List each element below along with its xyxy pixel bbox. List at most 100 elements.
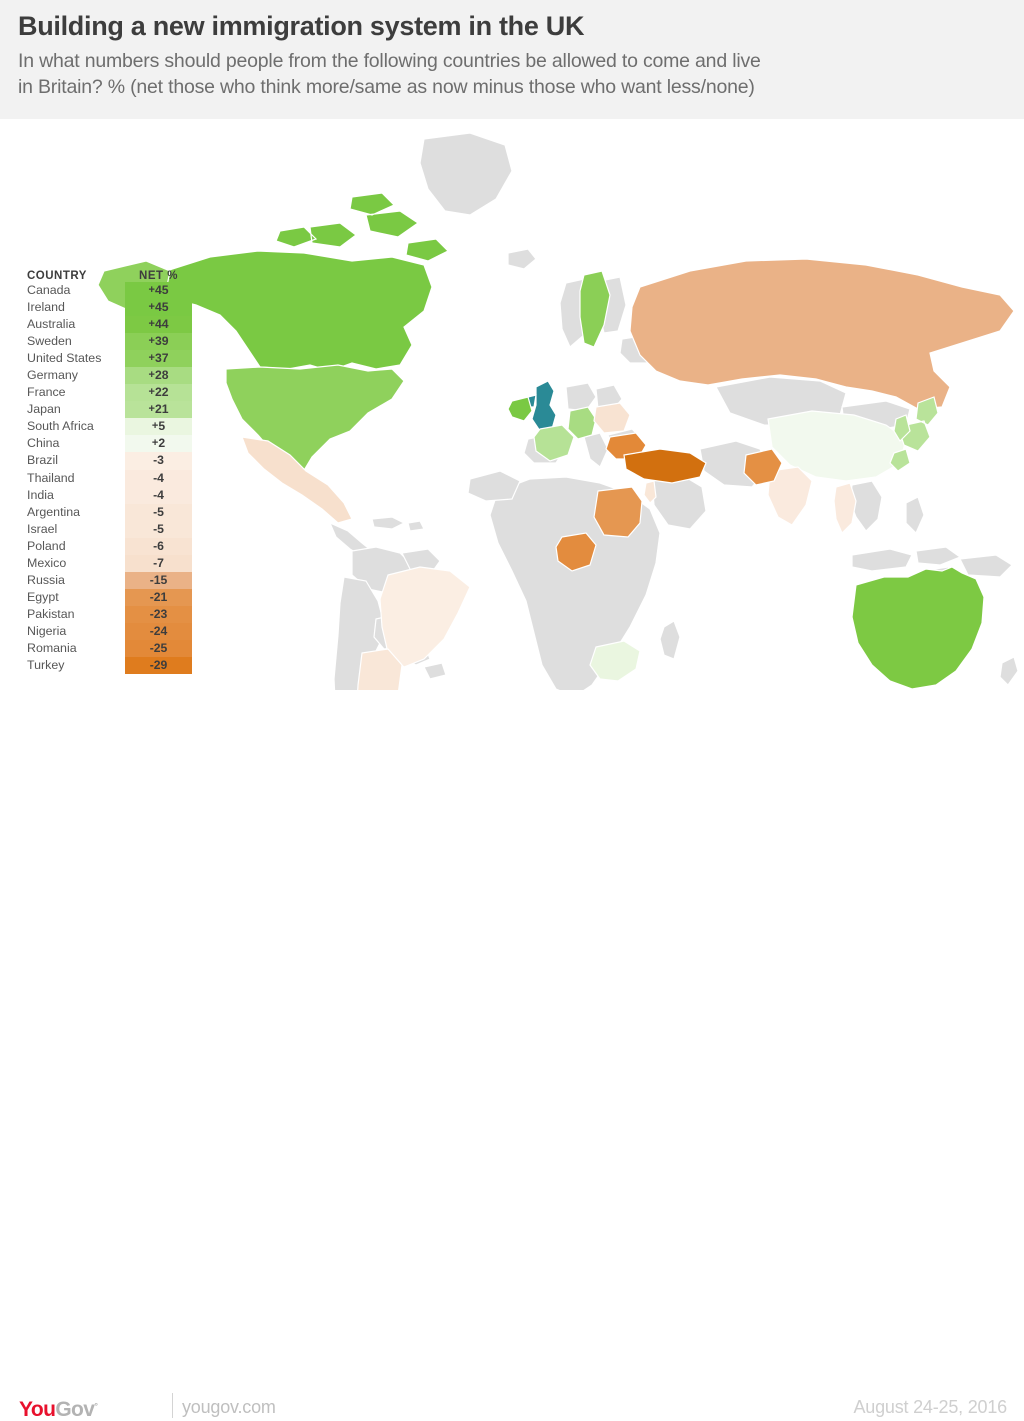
row-net-value: +45 (125, 299, 192, 317)
row-country-label: France (27, 385, 66, 400)
row-net-value: -29 (125, 657, 192, 675)
map-country-united-states (225, 364, 405, 478)
table-row: Nigeria -24 (18, 622, 198, 640)
table-row: South Africa +5 (18, 418, 198, 436)
logo-you-text: You (19, 1398, 56, 1421)
row-net-value: -4 (125, 469, 192, 487)
table-row: Egypt -21 (18, 588, 198, 606)
row-country-label: Canada (27, 283, 71, 298)
row-net-value: +45 (125, 282, 192, 300)
row-country-label: Australia (27, 317, 76, 332)
row-country-label: Poland (27, 538, 66, 553)
row-country-label: Thailand (27, 470, 75, 485)
footer-divider (172, 1393, 173, 1418)
table-row: Brazil -3 (18, 452, 198, 470)
table-row: Japan +21 (18, 401, 198, 419)
subtitle-line-2: in Britain? % (net those who think more/… (18, 75, 755, 98)
subtitle-line-1: In what numbers should people from the f… (18, 50, 761, 72)
table-row: United States +37 (18, 350, 198, 368)
row-country-label: Brazil (27, 453, 58, 468)
table-row: Germany +28 (18, 367, 198, 385)
table-row: Pakistan -23 (18, 605, 198, 623)
column-header-net: NET % (139, 270, 178, 282)
footer-date: August 24-25, 2016 (853, 1397, 1007, 1417)
row-net-value: +22 (125, 384, 192, 402)
table-row: Mexico -7 (18, 554, 198, 572)
table-row: Turkey -29 (18, 657, 198, 675)
row-net-value: -25 (125, 639, 192, 658)
row-country-label: Sweden (27, 334, 72, 349)
map-country-canada (157, 192, 450, 372)
row-net-value: -3 (125, 452, 192, 470)
row-net-value: +28 (125, 367, 192, 385)
row-country-label: United States (27, 351, 102, 366)
infographic-root: Building a new immigration system in the… (0, 0, 1024, 1420)
row-net-value: -4 (125, 486, 192, 504)
table-row: Canada +45 (18, 282, 198, 300)
table-header-row: COUNTRY NET % (18, 262, 198, 282)
map-country-germany (567, 406, 597, 440)
row-net-value: +21 (125, 401, 192, 419)
map-country-thailand (833, 482, 857, 535)
row-country-label: South Africa (27, 419, 94, 434)
row-country-label: India (27, 487, 54, 502)
table-row: Poland -6 (18, 537, 198, 555)
row-country-label: Israel (27, 521, 58, 536)
map-country-australia (851, 566, 985, 690)
row-net-value: +39 (125, 333, 192, 351)
table-row: France +22 (18, 384, 198, 402)
row-net-value: +44 (125, 316, 192, 334)
page-subtitle: In what numbers should people from the f… (18, 49, 1010, 100)
row-net-value: -5 (125, 503, 192, 521)
page-title: Building a new immigration system in the… (18, 11, 585, 41)
map-country-ireland (507, 396, 533, 422)
data-table: COUNTRY NET % Canada +45 Ireland +45 Austral… (18, 262, 198, 675)
row-country-label: Romania (27, 641, 77, 655)
logo-gov-text: Gov (55, 1398, 95, 1421)
map-country-south-africa (589, 640, 641, 682)
map-country-brazil (379, 566, 471, 668)
map-country-turkey (623, 448, 707, 484)
table-row: Israel -5 (18, 520, 198, 538)
row-country-label: Mexico (27, 555, 67, 570)
table-row: China +2 (18, 435, 198, 453)
row-net-value: -6 (125, 537, 192, 555)
footer: YouGov° yougov.com August 24-25, 2016 (0, 690, 1024, 1420)
row-net-value: -21 (125, 588, 192, 606)
row-net-value: +37 (125, 350, 192, 368)
row-country-label: China (27, 436, 60, 451)
table-row: Romania -25 (18, 639, 198, 658)
row-net-value: +2 (125, 435, 192, 453)
map-country-egypt (593, 486, 643, 538)
table-row: Australia +44 (18, 316, 198, 334)
map-country-sweden (579, 270, 611, 348)
row-net-value: -7 (125, 554, 192, 572)
column-header-country: COUNTRY (27, 270, 87, 282)
row-country-label: Russia (27, 572, 65, 587)
table-row: India -4 (18, 486, 198, 504)
row-country-label: Pakistan (27, 606, 75, 621)
row-country-label: Nigeria (27, 623, 67, 638)
row-net-value: -15 (125, 571, 192, 589)
table-row: Sweden +39 (18, 333, 198, 351)
table-row: Ireland +45 (18, 299, 198, 317)
row-country-label: Japan (27, 402, 61, 417)
table-row: Argentina -5 (18, 503, 198, 521)
row-net-value: -24 (125, 622, 192, 640)
row-country-label: Argentina (27, 504, 81, 519)
row-net-value: -23 (125, 605, 192, 623)
row-net-value: -5 (125, 520, 192, 538)
table-row: Russia -15 (18, 571, 198, 589)
footer-url: yougov.com (182, 1397, 276, 1417)
row-country-label: Turkey (27, 658, 65, 673)
table-row: Thailand -4 (18, 469, 198, 487)
row-country-label: Egypt (27, 589, 59, 604)
row-net-value: +5 (125, 418, 192, 436)
logo-registered-mark: ° (94, 1401, 98, 1411)
table-body: Canada +45 Ireland +45 Australia +44 Sweden +39… (18, 282, 198, 675)
row-country-label: Ireland (27, 300, 65, 315)
row-country-label: Germany (27, 368, 78, 383)
map-country-poland (593, 402, 631, 434)
yougov-logo: YouGov° (19, 1396, 98, 1421)
header: Building a new immigration system in the… (0, 0, 1024, 119)
